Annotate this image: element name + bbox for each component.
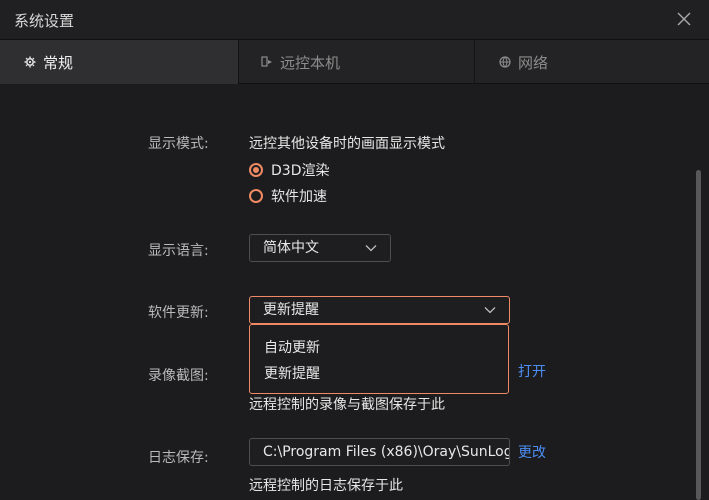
chevron-down-icon [484, 306, 496, 314]
language-select-value: 简体中文 [263, 240, 319, 256]
tab-bar: 常规 远控本机 网络 [0, 40, 709, 84]
recording-description: 远程控制的录像与截图保存于此 [249, 397, 445, 413]
update-dropdown-menu: 自动更新 更新提醒 [249, 324, 509, 394]
update-select-value: 更新提醒 [263, 302, 319, 318]
radio-checked-icon [249, 163, 263, 177]
window-title: 系统设置 [14, 12, 75, 30]
display-mode-label: 显示模式: [148, 136, 209, 152]
change-path-link[interactable]: 更改 [518, 442, 546, 462]
remote-icon [261, 56, 273, 68]
open-folder-link[interactable]: 打开 [518, 361, 546, 381]
radio-software[interactable]: 软件加速 [249, 186, 327, 206]
settings-panel: 显示模式: 远控其他设备时的画面显示模式 D3D渲染 软件加速 显示语言: 简体… [0, 85, 709, 500]
tab-general[interactable]: 常规 [0, 40, 238, 84]
radio-software-label: 软件加速 [271, 189, 327, 205]
tab-general-label: 常规 [43, 53, 74, 72]
tab-network[interactable]: 网络 [475, 40, 709, 84]
chevron-down-icon [365, 244, 377, 252]
title-bar: 系统设置 [0, 0, 709, 40]
display-language-label: 显示语言: [148, 243, 209, 259]
recording-label: 录像截图: [148, 368, 209, 384]
radio-d3d-label: D3D渲染 [271, 163, 330, 179]
log-description: 远程控制的日志保存于此 [249, 478, 403, 494]
dropdown-option-update-reminder[interactable]: 更新提醒 [264, 363, 320, 383]
tab-remote-host-label: 远控本机 [280, 53, 341, 72]
display-mode-description: 远控其他设备时的画面显示模式 [249, 136, 445, 152]
globe-icon [499, 56, 511, 68]
tab-network-label: 网络 [518, 53, 549, 72]
language-select[interactable]: 简体中文 [249, 234, 391, 262]
dropdown-option-auto-update[interactable]: 自动更新 [264, 337, 320, 357]
close-icon[interactable] [676, 11, 692, 27]
log-label: 日志保存: [148, 450, 209, 466]
tab-remote-host[interactable]: 远控本机 [239, 40, 474, 84]
radio-unchecked-icon [249, 189, 263, 203]
log-path-field[interactable]: C:\Program Files (x86)\Oray\SunLogin\Sun… [249, 438, 510, 466]
radio-d3d[interactable]: D3D渲染 [249, 160, 329, 180]
scrollbar[interactable] [696, 170, 701, 500]
gear-icon [24, 56, 36, 68]
software-update-label: 软件更新: [148, 305, 209, 321]
update-select[interactable]: 更新提醒 [249, 296, 510, 324]
